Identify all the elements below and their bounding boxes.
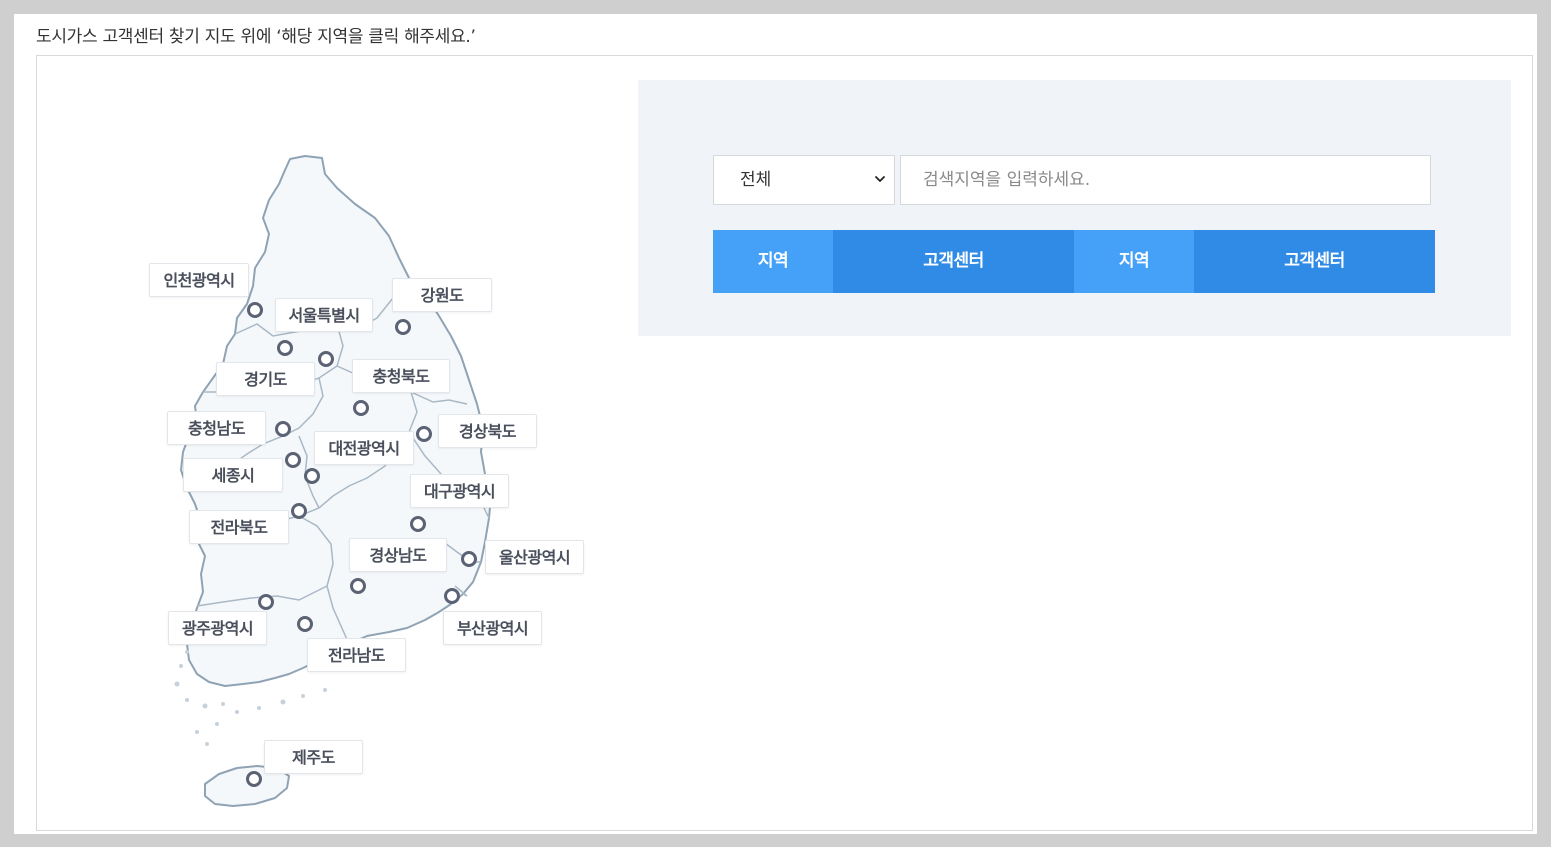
region-label-gwangju[interactable]: 광주광역시 [168,611,267,645]
region-select-value: 전체 [740,170,772,190]
intro-text: 도시가스 고객센터 찾기 지도 위에 ‘해당 지역을 클릭 해주세요.’ [36,27,476,47]
pin-gwangju[interactable] [258,594,274,610]
chevron-down-icon [875,176,885,182]
pin-busan[interactable] [444,588,460,604]
korea-map: 인천광역시 서울특별시 강원도 경기도 충청북도 충청남도 대전광역시 경상북도… [37,56,617,830]
pin-jeonnam[interactable] [297,616,313,632]
region-label-jeonbuk[interactable]: 전라북도 [189,510,289,544]
pin-gyeongbuk[interactable] [416,426,432,442]
pin-gyeonggi[interactable] [318,351,334,367]
region-label-ulsan[interactable]: 울산광역시 [485,540,584,574]
region-label-busan[interactable]: 부산광역시 [443,611,542,645]
region-label-daejeon[interactable]: 대전광역시 [314,431,414,465]
pin-jeonbuk[interactable] [291,503,307,519]
region-label-sejong[interactable]: 세종시 [183,458,283,492]
pin-daejeon[interactable] [304,468,320,484]
region-label-seoul[interactable]: 서울특별시 [275,298,373,332]
search-panel: 전체 지역 고객센터 지역 고객센터 [638,80,1511,336]
pin-seoul[interactable] [277,340,293,356]
region-label-gyeongbuk[interactable]: 경상북도 [438,414,537,448]
tab-region-1[interactable]: 지역 [713,230,833,293]
region-label-jeju[interactable]: 제주도 [264,740,363,774]
region-select[interactable]: 전체 [713,155,895,205]
region-label-jeonnam[interactable]: 전라남도 [307,638,406,672]
pin-gangwon[interactable] [395,319,411,335]
pin-daegu[interactable] [410,516,426,532]
region-label-chungbuk[interactable]: 충청북도 [352,359,450,393]
pin-ulsan[interactable] [461,551,477,567]
region-label-gyeonggi[interactable]: 경기도 [216,362,315,396]
tab-customer-center-2[interactable]: 고객센터 [1194,230,1435,293]
region-label-incheon[interactable]: 인천광역시 [149,263,249,297]
pin-jeju[interactable] [246,771,262,787]
pin-incheon[interactable] [247,302,263,318]
pin-sejong[interactable] [285,452,301,468]
region-label-chungnam[interactable]: 충청남도 [167,411,266,445]
region-label-gangwon[interactable]: 강원도 [392,278,492,312]
search-input[interactable] [900,155,1431,205]
tab-customer-center-1[interactable]: 고객센터 [833,230,1074,293]
pin-gyeongnam[interactable] [350,578,366,594]
region-label-daegu[interactable]: 대구광역시 [410,474,509,508]
tab-region-2[interactable]: 지역 [1074,230,1194,293]
content-frame: 인천광역시 서울특별시 강원도 경기도 충청북도 충청남도 대전광역시 경상북도… [36,55,1533,831]
result-tabs: 지역 고객센터 지역 고객센터 [713,230,1436,293]
region-label-gyeongnam[interactable]: 경상남도 [349,538,447,572]
pin-chungbuk[interactable] [353,400,369,416]
page: 도시가스 고객센터 찾기 지도 위에 ‘해당 지역을 클릭 해주세요.’ 인천광… [14,14,1537,834]
pin-chungnam[interactable] [275,421,291,437]
